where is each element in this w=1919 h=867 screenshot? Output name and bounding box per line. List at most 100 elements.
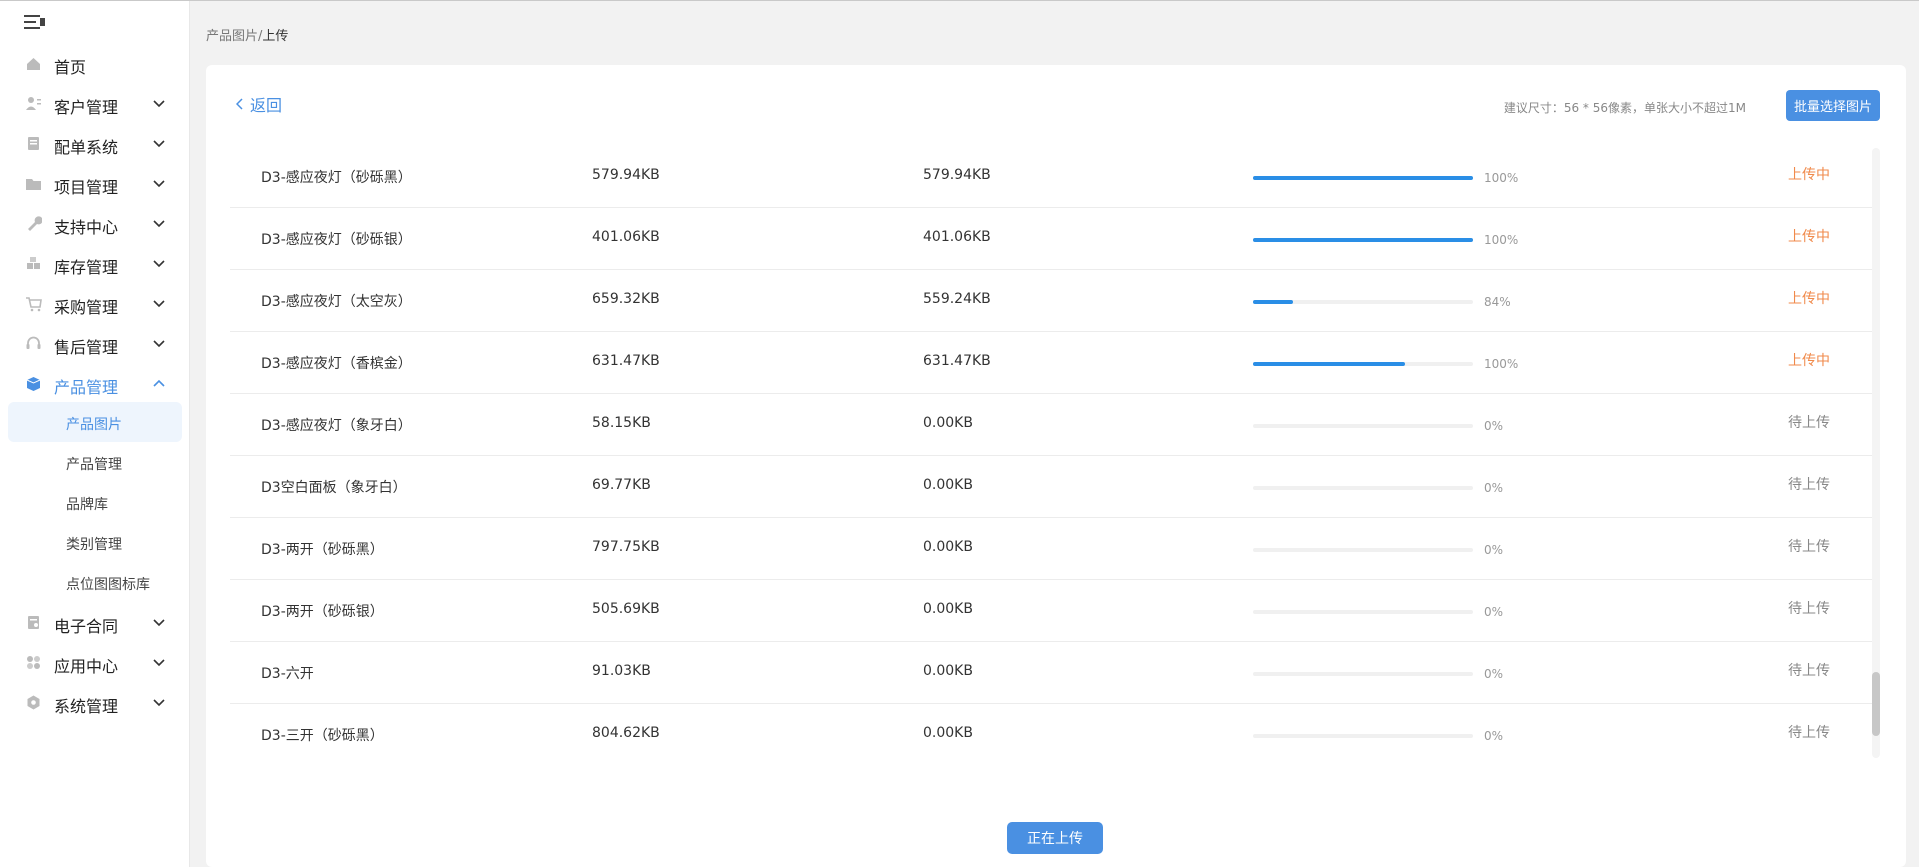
progress-percent: 100%	[1484, 171, 1519, 185]
progress-percent: 0%	[1484, 543, 1504, 557]
uploaded-size: 631.47KB	[923, 353, 991, 369]
upload-status: 上传中	[1788, 291, 1830, 307]
folder-icon	[26, 179, 41, 190]
sidebar-item-label: 配单系统	[54, 138, 119, 157]
progress-bar	[1253, 734, 1473, 738]
order-icon	[28, 137, 39, 150]
file-size: 91.03KB	[592, 663, 651, 679]
file-size: 69.77KB	[592, 477, 651, 493]
upload-status: 上传中	[1788, 167, 1830, 183]
chevron-down-icon	[153, 140, 165, 148]
sidebar-item-3[interactable]: 项目管理	[0, 163, 190, 203]
sidebar-subitem-0[interactable]: 产品图片	[8, 402, 182, 442]
sidebar-subitem-2[interactable]: 品牌库	[8, 482, 182, 522]
scrollbar-track[interactable]	[1872, 148, 1880, 758]
file-name: D3-感应夜灯（砂砾银）	[261, 232, 412, 248]
progress-bar	[1253, 486, 1473, 490]
chevron-down-icon	[153, 100, 165, 108]
inventory-icon	[27, 257, 40, 269]
breadcrumb: 产品图片/上传	[206, 25, 288, 44]
customer-icon	[26, 97, 41, 110]
upload-status: 上传中	[1788, 353, 1830, 369]
sidebar-item-10[interactable]: 应用中心	[0, 642, 190, 682]
sidebar-item-label: 客户管理	[54, 98, 119, 117]
progress-percent: 0%	[1484, 481, 1504, 495]
chevron-down-icon	[153, 699, 165, 707]
file-name: D3-感应夜灯（象牙白）	[261, 418, 412, 434]
upload-status: 待上传	[1788, 601, 1830, 617]
back-label: 返回	[250, 96, 283, 115]
sidebar: 首页 客户管理 配单系统 项目管理 支持中心 库存管理 采购管理 售后管理 产品…	[0, 1, 190, 867]
uploaded-size: 0.00KB	[923, 663, 973, 679]
chevron-down-icon	[153, 220, 165, 228]
sidebar-subitem-label: 点位图图标库	[66, 577, 150, 593]
file-name: D3-两开（砂砾黑）	[261, 542, 384, 558]
sidebar-item-label: 应用中心	[54, 657, 119, 676]
uploaded-size: 401.06KB	[923, 229, 991, 245]
file-size: 659.32KB	[592, 291, 660, 307]
sidebar-item-5[interactable]: 库存管理	[0, 243, 190, 283]
sidebar-item-6[interactable]: 采购管理	[0, 283, 190, 323]
sidebar-item-label: 支持中心	[54, 218, 119, 237]
sidebar-subitem-label: 品牌库	[66, 497, 108, 513]
file-name: D3-两开（砂砾银）	[261, 604, 384, 620]
upload-status: 待上传	[1788, 539, 1830, 555]
batch-select-button[interactable]: 批量选择图片	[1785, 90, 1880, 121]
progress-bar	[1253, 176, 1473, 180]
sidebar-item-label: 售后管理	[54, 338, 119, 357]
table-row: D3-两开（砂砾黑） 797.75KB 0.00KB 0% 待上传	[230, 518, 1876, 580]
upload-status: 待上传	[1788, 415, 1830, 431]
progress-fill	[1253, 362, 1405, 366]
menu-collapse-icon[interactable]	[24, 13, 46, 31]
progress-percent: 0%	[1484, 729, 1504, 743]
sidebar-item-0[interactable]: 首页	[0, 43, 190, 83]
box-icon	[26, 377, 41, 391]
sidebar-item-label: 产品管理	[54, 378, 119, 397]
file-name: D3-感应夜灯（太空灰）	[261, 294, 412, 310]
wrench-icon	[28, 216, 42, 231]
breadcrumb-current: 上传	[262, 29, 289, 44]
progress-bar	[1253, 362, 1473, 366]
sidebar-item-label: 库存管理	[54, 258, 119, 277]
breadcrumb-parent[interactable]: 产品图片	[206, 29, 258, 44]
uploaded-size: 579.94KB	[923, 167, 991, 183]
sidebar-item-11[interactable]: 系统管理	[0, 682, 190, 722]
table-row: D3-感应夜灯（香槟金） 631.47KB 631.47KB 100% 上传中	[230, 332, 1876, 394]
sidebar-item-8[interactable]: 产品管理	[0, 363, 190, 403]
progress-percent: 0%	[1484, 667, 1504, 681]
file-size: 631.47KB	[592, 353, 660, 369]
sidebar-subitem-label: 类别管理	[66, 537, 122, 553]
sidebar-item-label: 系统管理	[54, 697, 119, 716]
table-row: D3-感应夜灯（砂砾银） 401.06KB 401.06KB 100% 上传中	[230, 208, 1876, 270]
chevron-down-icon	[153, 300, 165, 308]
uploaded-size: 0.00KB	[923, 415, 973, 431]
progress-bar	[1253, 300, 1473, 304]
sidebar-item-7[interactable]: 售后管理	[0, 323, 190, 363]
sidebar-item-label: 电子合同	[54, 617, 119, 636]
scrollbar-thumb[interactable]	[1872, 672, 1880, 736]
back-button[interactable]: 返回	[236, 92, 282, 116]
sidebar-item-label: 采购管理	[54, 298, 119, 317]
sidebar-item-1[interactable]: 客户管理	[0, 83, 190, 123]
chevron-down-icon	[153, 619, 165, 627]
uploaded-size: 0.00KB	[923, 539, 973, 555]
sidebar-item-9[interactable]: 电子合同	[0, 602, 190, 642]
chevron-left-icon	[236, 98, 243, 110]
file-name: D3-三开（砂砾黑）	[261, 728, 384, 744]
chevron-down-icon	[153, 180, 165, 188]
file-size: 797.75KB	[592, 539, 660, 555]
contract-icon	[28, 616, 39, 629]
sidebar-subitem-4[interactable]: 点位图图标库	[8, 562, 182, 602]
uploading-button[interactable]: 正在上传	[1007, 822, 1103, 854]
sidebar-item-4[interactable]: 支持中心	[0, 203, 190, 243]
sidebar-item-2[interactable]: 配单系统	[0, 123, 190, 163]
file-name: D3-感应夜灯（香槟金）	[261, 356, 412, 372]
sidebar-subitem-3[interactable]: 类别管理	[8, 522, 182, 562]
file-name: D3空白面板（象牙白）	[261, 480, 407, 496]
table-row: D3-感应夜灯（象牙白） 58.15KB 0.00KB 0% 待上传	[230, 394, 1876, 456]
upload-status: 待上传	[1788, 725, 1830, 741]
sidebar-subitem-1[interactable]: 产品管理	[8, 442, 182, 482]
upload-status: 待上传	[1788, 477, 1830, 493]
file-name: D3-感应夜灯（砂砾黑）	[261, 170, 412, 186]
progress-bar	[1253, 548, 1473, 552]
